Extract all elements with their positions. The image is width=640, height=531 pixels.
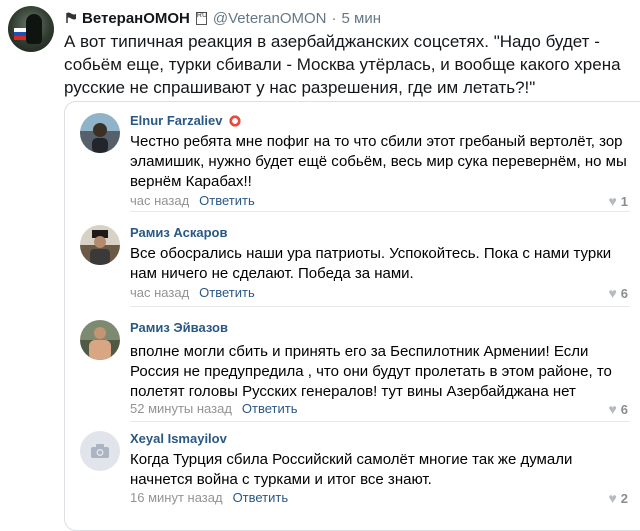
comment-meta: час назад Ответить: [130, 285, 255, 300]
comment-time[interactable]: 16 минут назад: [130, 490, 223, 505]
reply-button[interactable]: Ответить: [242, 401, 298, 416]
divider: [130, 211, 630, 212]
avatar-figure: [26, 14, 42, 44]
author-handle[interactable]: @VeteranOMON: [213, 10, 327, 27]
comment-meta: 52 минуты назад Ответить: [130, 401, 297, 416]
comment-author-name[interactable]: Рамиз Аскаров: [130, 225, 227, 240]
flag-badge: RU: [195, 11, 207, 25]
comment-author[interactable]: Xeyal Ismayilov: [130, 431, 227, 446]
comment-author[interactable]: Рамиз Эйвазов: [130, 320, 228, 335]
comment-author-name[interactable]: Elnur Farzaliev: [130, 113, 222, 128]
avatar[interactable]: [80, 320, 120, 360]
like-button[interactable]: ♥ 6: [608, 401, 628, 417]
like-count: 1: [620, 193, 628, 209]
comment-author-name[interactable]: Рамиз Эйвазов: [130, 320, 228, 335]
heart-icon: ♥: [608, 401, 617, 417]
tweet-header: ВетеранОМОН RU @VeteranOMON · 5 мин: [64, 8, 381, 28]
heart-icon: ♥: [608, 285, 617, 301]
divider: [130, 306, 630, 307]
person-icon: [92, 123, 108, 153]
avatar[interactable]: [80, 431, 120, 471]
comment-author[interactable]: Рамиз Аскаров: [130, 225, 227, 240]
comment-time[interactable]: 52 минуты назад: [130, 401, 232, 416]
author-avatar[interactable]: [8, 6, 54, 52]
heart-icon: ♥: [608, 193, 617, 209]
avatar[interactable]: [80, 113, 120, 153]
author-name[interactable]: ВетеранОМОН: [82, 10, 190, 27]
comment-author-name[interactable]: Xeyal Ismayilov: [130, 431, 227, 446]
retweet-icon: [66, 12, 76, 23]
reply-button[interactable]: Ответить: [233, 490, 289, 505]
divider: [130, 421, 630, 422]
like-count: 6: [620, 285, 628, 301]
tweet-time[interactable]: 5 мин: [342, 10, 382, 27]
comment-text: Все обосрались наши ура патриоты. Успоко…: [130, 245, 612, 282]
comment-text: Когда Турция сбила Российский самолёт мн…: [130, 451, 573, 488]
comment-meta: 16 минут назад Ответить: [130, 490, 288, 505]
person-icon: [90, 230, 110, 265]
comment-author[interactable]: Elnur Farzaliev: [130, 113, 243, 128]
camera-icon: [91, 444, 109, 458]
like-count: 2: [620, 490, 628, 506]
like-button[interactable]: ♥ 2: [608, 490, 628, 506]
lifebuoy-icon: [228, 114, 243, 127]
heart-icon: ♥: [608, 490, 617, 506]
person-icon: [89, 327, 111, 360]
comment-time[interactable]: час назад: [130, 193, 189, 208]
like-count: 6: [620, 401, 628, 417]
reply-button[interactable]: Ответить: [199, 193, 255, 208]
comment-text: Честно ребята мне пофиг на то что сбили …: [130, 133, 627, 190]
like-button[interactable]: ♥ 6: [608, 285, 628, 301]
separator-dot: ·: [331, 9, 337, 27]
tweet-text: А вот типичная реакция в азербайджанских…: [64, 32, 621, 97]
avatar[interactable]: [80, 225, 120, 265]
comment-time[interactable]: час назад: [130, 285, 189, 300]
reply-button[interactable]: Ответить: [199, 285, 255, 300]
comment-meta: час назад Ответить: [130, 193, 255, 208]
like-button[interactable]: ♥ 1: [608, 193, 628, 209]
comment-text: вполне могли сбить и принять его за Бесп…: [130, 343, 612, 400]
